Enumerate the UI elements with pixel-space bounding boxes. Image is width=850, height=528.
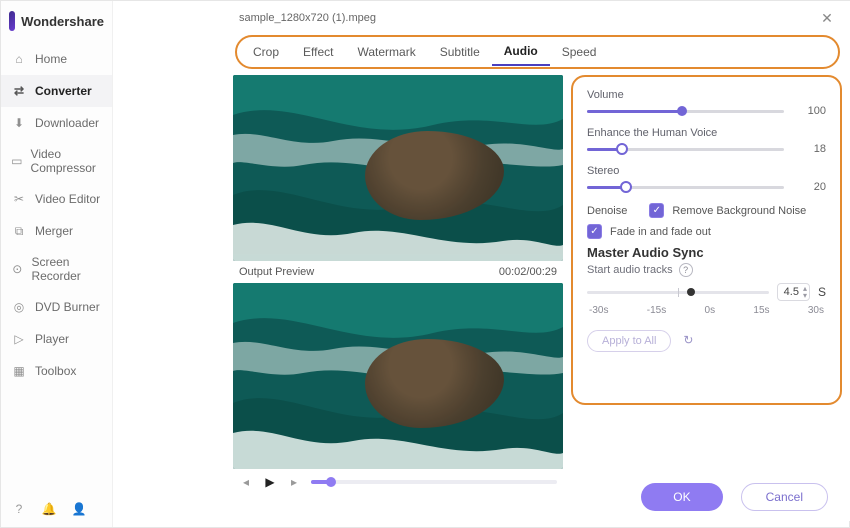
- cancel-button[interactable]: Cancel: [741, 483, 828, 511]
- audio-sync-unit: S: [818, 285, 826, 299]
- brand: Wondershare: [1, 1, 112, 41]
- sidebar-item-label: Downloader: [35, 116, 99, 130]
- video-compressor-icon: ▭: [11, 153, 23, 169]
- player-icon: ▷: [11, 331, 27, 347]
- voice-label: Enhance the Human Voice: [587, 127, 826, 139]
- stereo-label: Stereo: [587, 165, 826, 177]
- sidebar-item-label: Merger: [35, 224, 73, 238]
- converter-icon: ⇄: [11, 83, 27, 99]
- sync-scale-tick: -30s: [589, 305, 608, 316]
- output-preview: [233, 283, 563, 469]
- output-preview-label: Output Preview: [239, 266, 314, 278]
- sidebar-item-label: Screen Recorder: [31, 255, 102, 283]
- denoise-option-label: Remove Background Noise: [672, 205, 806, 217]
- stereo-value: 20: [798, 181, 826, 193]
- home-icon: ⌂: [11, 51, 27, 67]
- dvd-burner-icon: ◎: [11, 299, 27, 315]
- sidebar-item-label: Converter: [35, 84, 92, 98]
- ok-button[interactable]: OK: [641, 483, 722, 511]
- master-audio-sync-title: Master Audio Sync: [587, 245, 826, 260]
- start-audio-tracks-label: Start audio tracks: [587, 264, 673, 276]
- audio-sync-slider[interactable]: [587, 291, 769, 294]
- downloader-icon: ⬇: [11, 115, 27, 131]
- account-icon[interactable]: 👤: [71, 501, 87, 517]
- source-preview: [233, 75, 563, 261]
- tab-audio[interactable]: Audio: [492, 38, 550, 66]
- sidebar-item-label: DVD Burner: [35, 300, 100, 314]
- sidebar-item-label: Toolbox: [35, 364, 76, 378]
- sidebar-item-label: Home: [35, 52, 67, 66]
- volume-value: 100: [798, 105, 826, 117]
- reset-icon[interactable]: ↻: [683, 333, 699, 349]
- dialog-close-icon[interactable]: ✕: [818, 9, 836, 27]
- sync-scale-tick: 15s: [753, 305, 769, 316]
- apply-to-all-button[interactable]: Apply to All: [587, 330, 671, 352]
- toolbox-icon: ▦: [11, 363, 27, 379]
- sidebar-item-video-editor[interactable]: ✂ Video Editor: [1, 183, 112, 215]
- sidebar-item-label: Player: [35, 332, 69, 346]
- help-icon[interactable]: ?: [11, 501, 27, 517]
- sidebar-item-label: Video Compressor: [31, 147, 102, 175]
- audio-sync-stepper[interactable]: 4.5 ▴ ▾: [777, 283, 810, 301]
- dialog-filename: sample_1280x720 (1).mpeg: [239, 12, 376, 24]
- help-tooltip-icon[interactable]: ?: [679, 263, 693, 277]
- sidebar-item-downloader[interactable]: ⬇ Downloader: [1, 107, 112, 139]
- fade-checkbox[interactable]: ✓: [587, 224, 602, 239]
- sidebar-item-video-compressor[interactable]: ▭ Video Compressor: [1, 139, 112, 183]
- brand-name: Wondershare: [21, 14, 104, 29]
- sidebar-item-home[interactable]: ⌂ Home: [1, 43, 112, 75]
- voice-slider[interactable]: [587, 148, 784, 151]
- tab-watermark[interactable]: Watermark: [345, 39, 427, 65]
- sidebar-item-toolbox[interactable]: ▦ Toolbox: [1, 355, 112, 387]
- tab-speed[interactable]: Speed: [550, 39, 609, 65]
- sync-scale-tick: 30s: [808, 305, 824, 316]
- volume-label: Volume: [587, 89, 826, 101]
- sidebar-item-converter[interactable]: ⇄ Converter: [1, 75, 112, 107]
- brand-logo-icon: [9, 11, 15, 31]
- screen-recorder-icon: ⊙: [11, 261, 23, 277]
- sidebar-item-dvd-burner[interactable]: ◎ DVD Burner: [1, 291, 112, 323]
- tab-effect[interactable]: Effect: [291, 39, 345, 65]
- audio-sync-value: 4.5: [784, 286, 799, 298]
- tab-subtitle[interactable]: Subtitle: [428, 39, 492, 65]
- stereo-slider[interactable]: [587, 186, 784, 189]
- notifications-icon[interactable]: 🔔: [41, 501, 57, 517]
- voice-value: 18: [798, 143, 826, 155]
- sidebar-item-merger[interactable]: ⧉ Merger: [1, 215, 112, 247]
- volume-slider[interactable]: [587, 110, 784, 113]
- stepper-down-icon[interactable]: ▾: [803, 292, 807, 299]
- denoise-label: Denoise: [587, 205, 627, 217]
- denoise-checkbox[interactable]: ✓: [649, 203, 664, 218]
- video-editor-icon: ✂: [11, 191, 27, 207]
- audio-panel: Volume 100 Enhance the Human Voice: [571, 75, 842, 405]
- preview-timecode: 00:02/00:29: [499, 266, 557, 278]
- merger-icon: ⧉: [11, 223, 27, 239]
- sync-scale-tick: -15s: [647, 305, 666, 316]
- tab-crop[interactable]: Crop: [241, 39, 291, 65]
- sidebar-item-player[interactable]: ▷ Player: [1, 323, 112, 355]
- fade-label: Fade in and fade out: [610, 226, 711, 238]
- sidebar-item-screen-recorder[interactable]: ⊙ Screen Recorder: [1, 247, 112, 291]
- edit-dialog: sample_1280x720 (1).mpeg ✕ CropEffectWat…: [225, 1, 850, 521]
- sidebar-item-label: Video Editor: [35, 192, 100, 206]
- sync-scale-tick: 0s: [705, 305, 716, 316]
